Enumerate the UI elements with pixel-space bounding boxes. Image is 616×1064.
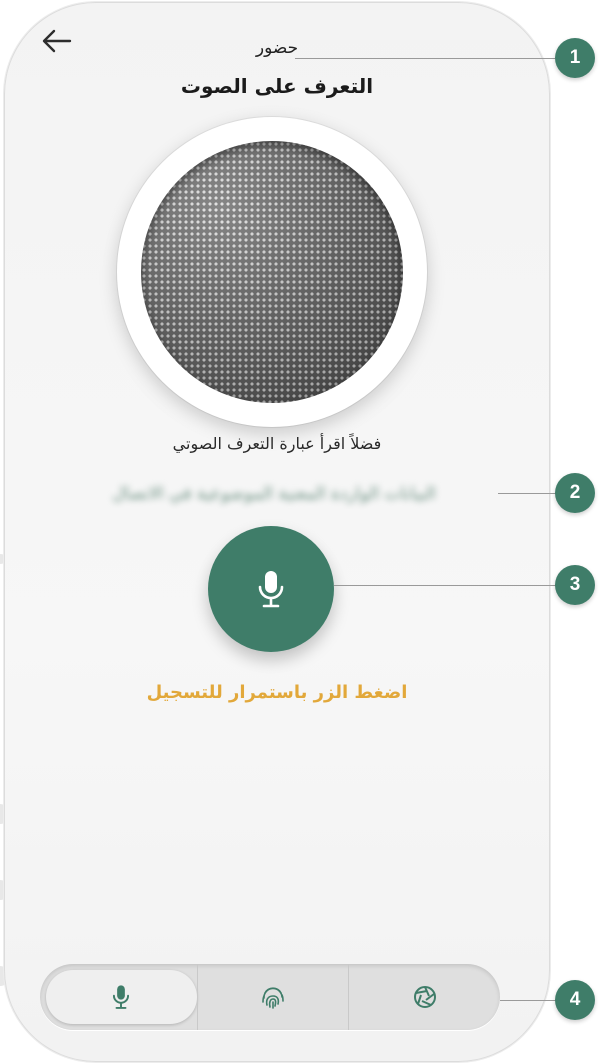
method-option-fingerprint[interactable] xyxy=(196,964,349,1030)
record-button[interactable] xyxy=(208,526,334,652)
microphone-icon xyxy=(113,985,130,1009)
callout-badge-1: 1 xyxy=(555,38,595,78)
fingerprint-icon xyxy=(262,987,284,1009)
screen: حضور التعرف على الصوت فضلاً اقرأ عبارة ا… xyxy=(0,0,616,1064)
callout-line xyxy=(500,1000,556,1001)
app-subtitle: حضور xyxy=(255,38,299,58)
record-hint-text: اضغط الزر باستمرار للتسجيل xyxy=(146,682,408,703)
speaker-visual xyxy=(117,117,427,427)
callout-badge-2: 2 xyxy=(555,473,595,513)
callout-line xyxy=(498,493,556,494)
callout-badge-3: 3 xyxy=(555,565,595,605)
speaker-grill-icon xyxy=(141,141,403,403)
instruction-text: فضلاً اقرأ عبارة التعرف الصوتي xyxy=(172,434,382,453)
microphone-icon xyxy=(258,571,284,608)
voice-phrase-text: البيانات الواردة المعنية الموضوعية في ال… xyxy=(112,484,436,504)
camera-aperture-icon xyxy=(413,986,436,1008)
callout-badge-4: 4 xyxy=(555,980,595,1020)
page-title: التعرف على الصوت xyxy=(180,74,374,98)
method-option-voice[interactable] xyxy=(46,970,197,1024)
callout-line xyxy=(295,58,555,59)
callout-line xyxy=(334,585,556,586)
method-option-face[interactable] xyxy=(348,964,500,1030)
phone-frame: حضور التعرف على الصوت فضلاً اقرأ عبارة ا… xyxy=(4,2,550,1062)
auth-method-selector xyxy=(40,964,500,1030)
